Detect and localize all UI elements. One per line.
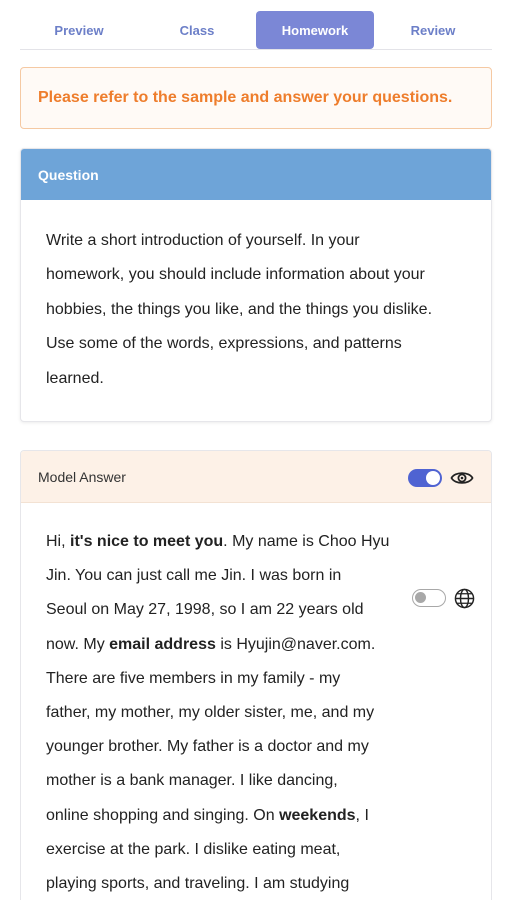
instruction-notice: Please refer to the sample and answer yo… bbox=[20, 67, 492, 129]
answer-line: Hi, it's nice to meet you. My name is Ch… bbox=[46, 533, 390, 550]
answer-line: mother is a bank manager. I like dancing… bbox=[46, 772, 338, 790]
answer-line: Jin. You can just call me Jin. I was bor… bbox=[46, 567, 342, 585]
question-line: hobbies, the things you like, and the th… bbox=[46, 300, 433, 318]
globe-icon[interactable] bbox=[454, 588, 475, 609]
question-line: Write a short introduction of yourself. … bbox=[46, 232, 360, 249]
show-answer-toggle[interactable] bbox=[408, 469, 442, 487]
toggle-knob bbox=[426, 471, 440, 485]
question-header: Question bbox=[21, 149, 491, 200]
answer-line: There are five members in my family - my bbox=[46, 669, 341, 687]
model-answer-title: Model Answer bbox=[38, 468, 126, 485]
notice-text: Please refer to the sample and answer yo… bbox=[38, 89, 453, 106]
answer-line: exercise at the park. I dislike eating m… bbox=[46, 840, 341, 858]
tab-bar: Preview Class Homework Review bbox=[20, 11, 492, 50]
model-answer-header: Model Answer bbox=[21, 451, 491, 503]
tab-class[interactable]: Class bbox=[138, 11, 256, 49]
question-card: Question Write a short introduction of y… bbox=[20, 148, 492, 422]
question-line: learned. bbox=[46, 369, 104, 387]
tab-preview[interactable]: Preview bbox=[20, 11, 138, 49]
question-line: homework, you should include information… bbox=[46, 266, 425, 284]
toggle-knob bbox=[415, 592, 426, 603]
tab-homework[interactable]: Homework bbox=[256, 11, 374, 49]
eye-icon[interactable] bbox=[450, 468, 474, 488]
translate-toggle[interactable] bbox=[412, 589, 446, 607]
model-answer-card: Model Answer Hi, it's nice to meet you. … bbox=[20, 450, 492, 900]
answer-line: father, my mother, my older sister, me, … bbox=[46, 704, 375, 722]
question-line: Use some of the words, expressions, and … bbox=[46, 335, 402, 353]
model-answer-text: Hi, it's nice to meet you. My name is Ch… bbox=[21, 503, 491, 900]
question-text: Write a short introduction of yourself. … bbox=[21, 200, 491, 396]
answer-line: online shopping and singing. On weekends… bbox=[46, 806, 369, 824]
tab-review[interactable]: Review bbox=[374, 11, 492, 49]
answer-line: now. My email address is Hyujin@naver.co… bbox=[46, 635, 376, 653]
answer-line: playing sports, and traveling. I am stud… bbox=[46, 875, 350, 893]
answer-line: Seoul on May 27, 1998, so I am 22 years … bbox=[46, 601, 364, 619]
answer-line: younger brother. My father is a doctor a… bbox=[46, 738, 369, 756]
